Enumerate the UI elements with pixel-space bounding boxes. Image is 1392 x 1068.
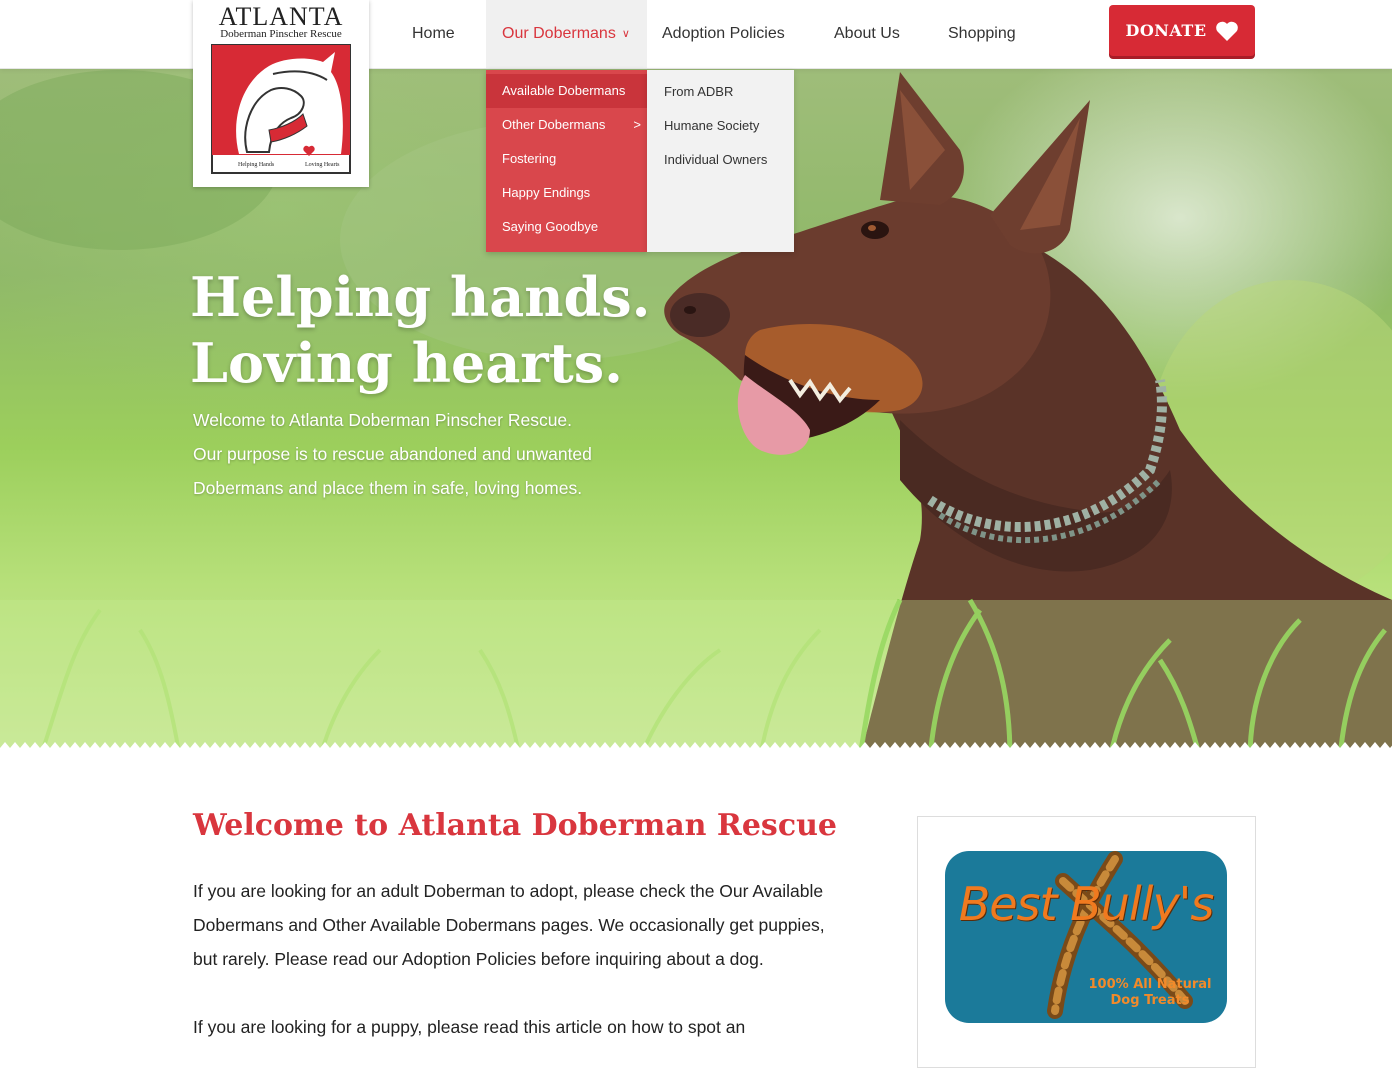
logo-tagline-right: Loving Hearts — [305, 162, 340, 168]
other-dobermans-submenu: From ADBR Humane Society Individual Owne… — [647, 70, 794, 252]
dropdown-item-fostering[interactable]: Fostering — [486, 142, 647, 176]
welcome-heading: Welcome to Atlanta Doberman Rescue — [193, 808, 837, 843]
dropdown-item-available-dobermans[interactable]: Available Dobermans — [486, 74, 647, 108]
nav-about-us[interactable]: About Us — [834, 0, 900, 68]
nav-adoption-policies[interactable]: Adoption Policies — [662, 0, 785, 68]
logo-subtitle: Doberman Pinscher Rescue — [220, 28, 342, 40]
ad-tagline-line-1: 100% All Natural — [1088, 977, 1212, 992]
welcome-paragraph: If you are looking for an adult Doberman… — [193, 874, 908, 976]
chevron-down-icon: ∨ — [621, 28, 630, 40]
ad-tagline-line-2: Dog Treats — [1110, 993, 1190, 1008]
ad-tagline: 100% All Natural Dog Treats — [1080, 977, 1220, 1009]
donate-label: DONATE — [1125, 21, 1207, 40]
submenu-item-humane-society[interactable]: Humane Society — [664, 109, 759, 143]
logo-tagline-left: Helping Hands — [238, 162, 275, 168]
sidebar-ad-box: Best Bully's 100% All Natural Dog Treats — [917, 816, 1256, 1068]
hero-headline-line-2: Loving hearts. — [190, 331, 623, 395]
hero-intro-text: Welcome to Atlanta Doberman Pinscher Res… — [193, 403, 663, 505]
zigzag-divider — [0, 742, 1392, 760]
paragraph-line: If you are looking for an adult Doberman… — [193, 881, 824, 901]
doberman-logo-icon — [211, 44, 351, 174]
hero-text-line-1: Welcome to Atlanta Doberman Pinscher Res… — [193, 410, 573, 430]
nav-shopping[interactable]: Shopping — [948, 0, 1016, 68]
hero-text-line-3: Dobermans and place them in safe, loving… — [193, 478, 583, 498]
paragraph-line: Dobermans and Other Available Dobermans … — [193, 915, 825, 935]
hero-headline-line-1: Helping hands. — [190, 265, 651, 329]
dropdown-item-other-dobermans-label: Other Dobermans — [502, 117, 606, 132]
nav-home[interactable]: Home — [412, 0, 455, 68]
nav-our-dobermans[interactable]: Our Dobermans ∨ — [486, 0, 647, 68]
submenu-item-individual-owners[interactable]: Individual Owners — [664, 143, 767, 177]
heart-icon — [1215, 21, 1238, 41]
dropdown-item-saying-goodbye[interactable]: Saying Goodbye — [486, 210, 647, 244]
paragraph-line: If you are looking for a puppy, please r… — [193, 1017, 746, 1037]
paragraph-line: but rarely. Please read our Adoption Pol… — [193, 949, 764, 969]
dropdown-item-happy-endings[interactable]: Happy Endings — [486, 176, 647, 210]
chevron-right-icon: > — [633, 117, 641, 132]
submenu-item-from-adbr[interactable]: From ADBR — [664, 75, 733, 109]
hero-text-line-2: Our purpose is to rescue abandoned and u… — [193, 444, 592, 464]
site-logo[interactable]: ATLANTA Doberman Pinscher Rescue Helping… — [193, 0, 369, 187]
hero-headline: Helping hands. Loving hearts. — [190, 264, 650, 396]
ad-brand-name: Best Bully's — [958, 877, 1215, 931]
nav-our-dobermans-label: Our Dobermans — [502, 25, 616, 42]
donate-button[interactable]: DONATE — [1109, 5, 1255, 56]
puppy-paragraph: If you are looking for a puppy, please r… — [193, 1010, 908, 1044]
dropdown-item-other-dobermans[interactable]: Other Dobermans > — [486, 108, 647, 142]
our-dobermans-dropdown: Available Dobermans Other Dobermans > Fo… — [486, 70, 647, 252]
best-bullys-ad[interactable]: Best Bully's 100% All Natural Dog Treats — [945, 851, 1227, 1023]
